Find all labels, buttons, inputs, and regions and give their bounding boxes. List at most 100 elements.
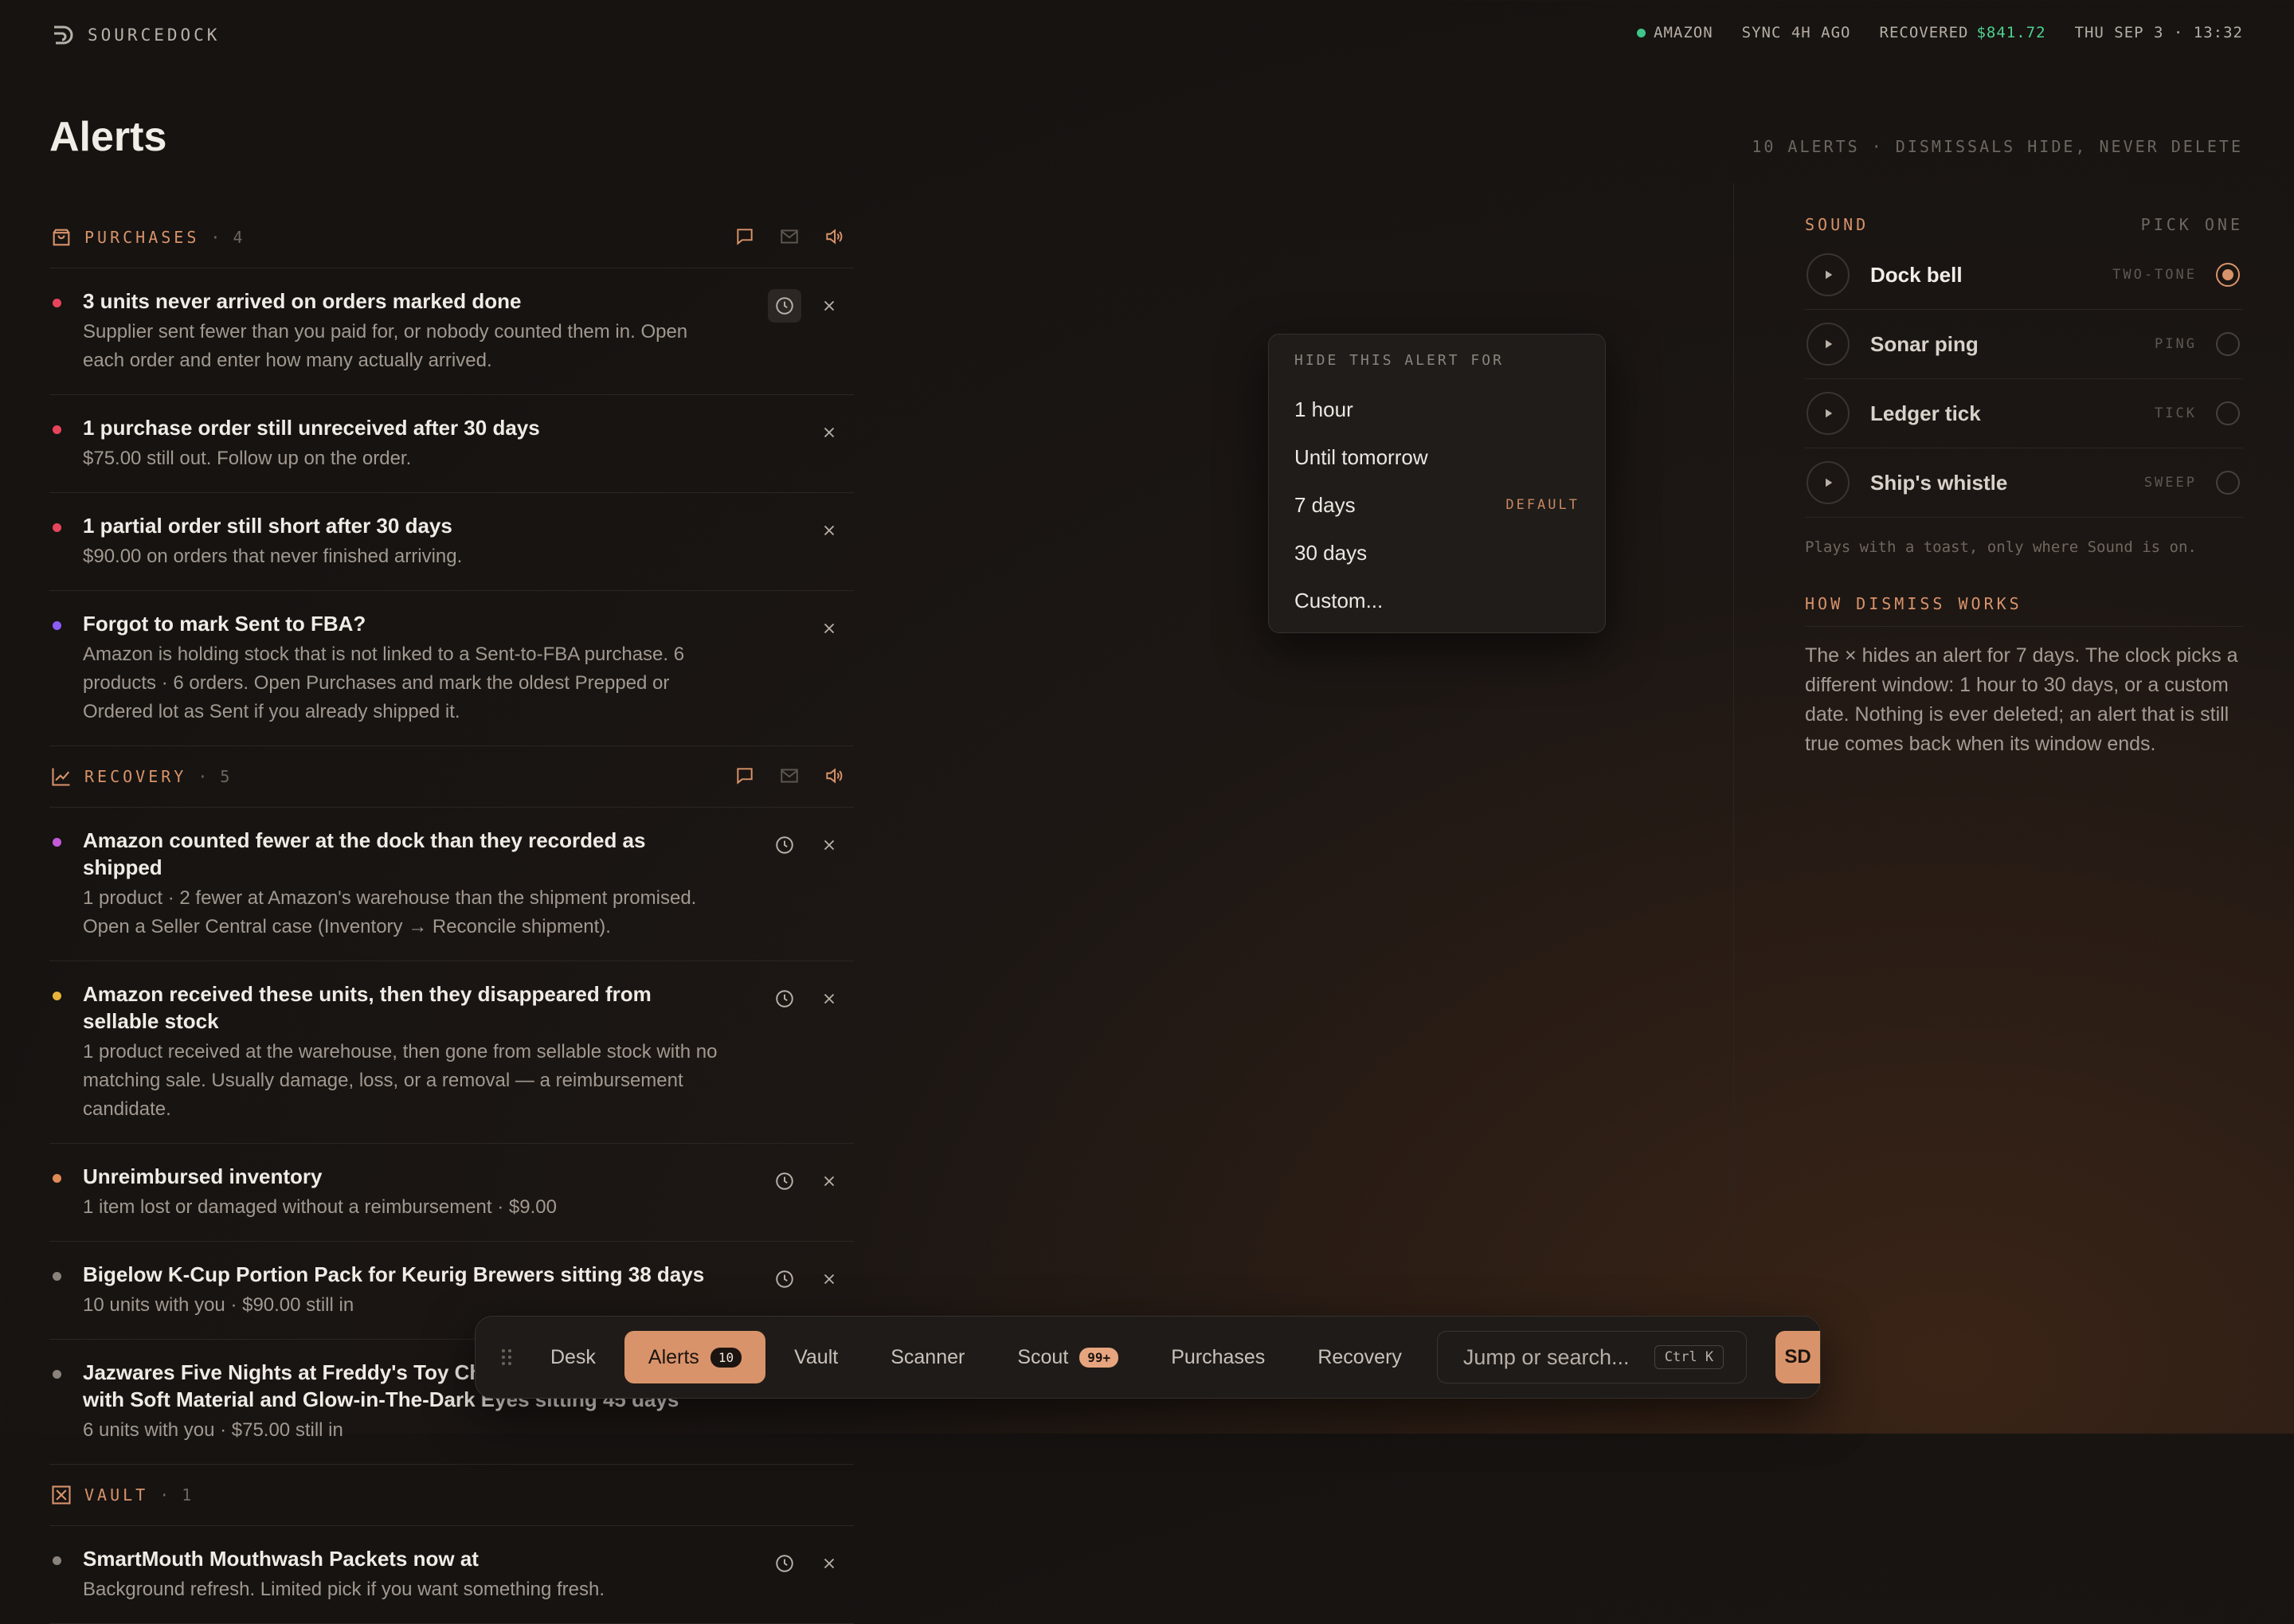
speaker-icon[interactable] xyxy=(822,225,846,248)
dismiss-button[interactable] xyxy=(812,1164,846,1198)
snooze-button[interactable] xyxy=(768,1547,801,1580)
alert-title: Bigelow K-Cup Portion Pack for Keurig Br… xyxy=(83,1262,705,1286)
sound-name: Dock bell xyxy=(1870,262,1963,287)
alert-actions xyxy=(768,828,846,862)
alert-row[interactable]: 3 units never arrived on orders marked d… xyxy=(49,268,854,395)
alert-actions xyxy=(768,1262,846,1296)
nav-scanner[interactable]: Scanner xyxy=(867,1331,988,1383)
snooze-option[interactable]: Until tomorrow xyxy=(1294,438,1580,476)
sound-option[interactable]: Ship's whistle SWEEP xyxy=(1805,448,2243,518)
play-button[interactable] xyxy=(1807,323,1850,366)
alert-row[interactable]: Forgot to mark Sent to FBA? Amazon is hol… xyxy=(49,591,854,746)
channel-label: AMAZON xyxy=(1654,24,1713,41)
recovered-value: $841.72 xyxy=(1976,24,2046,41)
section-count: · 5 xyxy=(198,767,232,786)
dock-nav: Desk Alerts 10 Vault Scanner Scout 99+ Purchase… xyxy=(527,1331,1426,1383)
snooze-button[interactable] xyxy=(768,828,801,862)
dock: Desk Alerts 10 Vault Scanner Scout 99+ Purchase… xyxy=(475,1316,1821,1399)
dismiss-button[interactable] xyxy=(812,1547,846,1580)
recovered-total: RECOVERED $841.72 xyxy=(1880,24,2046,41)
speaker-icon[interactable] xyxy=(822,764,846,788)
nav-desk[interactable]: Desk xyxy=(527,1331,620,1383)
status-dot xyxy=(53,838,61,847)
snooze-option-label: Until tomorrow xyxy=(1294,444,1428,469)
close-icon xyxy=(817,294,841,318)
alert-row[interactable]: Amazon counted fewer at the dock than th… xyxy=(49,808,854,961)
alert-description: Background refresh. Limited pick if you … xyxy=(83,1579,605,1600)
alert-row[interactable]: 1 partial order still short after 30 day… xyxy=(49,493,854,591)
section-header-vault: VAULT · 1 xyxy=(49,1465,854,1526)
nav-purchases[interactable]: Purchases xyxy=(1147,1331,1289,1383)
close-icon xyxy=(817,987,841,1011)
chat-icon[interactable] xyxy=(733,225,757,248)
nav-label: Scout xyxy=(1017,1345,1069,1368)
snooze-button[interactable] xyxy=(768,1164,801,1198)
sound-option[interactable]: Dock bell TWO-TONE xyxy=(1805,241,2243,310)
snooze-button[interactable] xyxy=(768,982,801,1015)
nav-vault[interactable]: Vault xyxy=(770,1331,862,1383)
play-button[interactable] xyxy=(1807,392,1850,435)
snooze-button[interactable] xyxy=(768,1262,801,1296)
brand[interactable]: SOURCEDOCK xyxy=(49,22,220,48)
snooze-option-label: 1 hour xyxy=(1294,397,1353,421)
close-icon xyxy=(817,1169,841,1193)
dismiss-button[interactable] xyxy=(812,612,846,645)
grip-icon[interactable] xyxy=(495,1348,519,1367)
snooze-option[interactable]: 30 days xyxy=(1294,534,1580,572)
nav-label: Scanner xyxy=(891,1345,965,1368)
alert-row[interactable]: Unreimbursed inventory 1 item lost or dam… xyxy=(49,1144,854,1242)
chart-icon xyxy=(49,765,73,789)
alert-row[interactable]: 1 purchase order still unreceived after … xyxy=(49,395,854,493)
dismiss-button[interactable] xyxy=(812,982,846,1015)
section-title: RECOVERY xyxy=(84,767,187,786)
mail-icon[interactable] xyxy=(777,225,801,248)
status-dot xyxy=(53,621,61,630)
snooze-button[interactable] xyxy=(768,289,801,323)
nav-scout[interactable]: Scout 99+ xyxy=(993,1331,1142,1383)
sound-option[interactable]: Sonar ping PING xyxy=(1805,310,2243,379)
nav-alerts[interactable]: Alerts 10 xyxy=(624,1331,766,1383)
status-dot xyxy=(53,992,61,1000)
nav-label: Desk xyxy=(550,1345,596,1368)
clock-icon xyxy=(773,1169,797,1193)
status-dot xyxy=(53,299,61,307)
dismiss-button[interactable] xyxy=(812,1262,846,1296)
sound-radio[interactable] xyxy=(2216,263,2240,287)
snooze-option[interactable]: Custom... xyxy=(1294,581,1580,620)
dismiss-button[interactable] xyxy=(812,514,846,547)
sound-note: Plays with a toast, only where Sound is … xyxy=(1805,538,2197,556)
sound-tag: TICK xyxy=(2155,405,2197,421)
dismiss-button[interactable] xyxy=(812,289,846,323)
alert-title: 3 units never arrived on orders marked d… xyxy=(83,289,522,313)
play-button[interactable] xyxy=(1807,461,1850,504)
sound-radio[interactable] xyxy=(2216,471,2240,495)
sound-radio[interactable] xyxy=(2216,332,2240,356)
snooze-menu-heading: HIDE THIS ALERT FOR xyxy=(1294,352,1504,369)
sound-option[interactable]: Ledger tick TICK xyxy=(1805,379,2243,448)
snooze-option[interactable]: 7 days DEFAULT xyxy=(1294,486,1580,524)
mail-icon[interactable] xyxy=(777,764,801,788)
play-icon xyxy=(1816,471,1840,495)
default-tag: DEFAULT xyxy=(1505,497,1580,513)
section-count: · 4 xyxy=(210,228,245,247)
status-dot xyxy=(53,425,61,434)
nav-recovery[interactable]: Recovery xyxy=(1294,1331,1426,1383)
sound-radio[interactable] xyxy=(2216,401,2240,425)
shortcut-hint: Ctrl K xyxy=(1654,1345,1724,1369)
dismiss-button[interactable] xyxy=(812,828,846,862)
avatar[interactable]: SD xyxy=(1775,1331,1821,1383)
settings-panel: SOUND PICK ONE Dock bell TWO-TONE Sonar pi… xyxy=(1805,215,2243,759)
status-bar: AMAZON SYNC 4H AGO RECOVERED $841.72 THU… xyxy=(1637,24,2243,41)
alert-description: 1 product · 2 fewer at Amazon's warehous… xyxy=(83,887,697,937)
section-count: · 1 xyxy=(159,1485,194,1505)
alert-description: Amazon is holding stock that is not link… xyxy=(83,644,685,722)
alert-row[interactable]: Amazon received these units, then they d… xyxy=(49,961,854,1144)
chat-icon[interactable] xyxy=(733,764,757,788)
play-button[interactable] xyxy=(1807,253,1850,296)
nav-label: Vault xyxy=(794,1345,839,1368)
alert-row[interactable]: SmartMouth Mouthwash Packets now at Backg… xyxy=(49,1526,854,1624)
snooze-option[interactable]: 1 hour xyxy=(1294,390,1580,429)
search-input[interactable]: Jump or search... Ctrl K xyxy=(1436,1331,1748,1383)
dismiss-heading: HOW DISMISS WORKS xyxy=(1805,594,2243,627)
dismiss-button[interactable] xyxy=(812,416,846,449)
